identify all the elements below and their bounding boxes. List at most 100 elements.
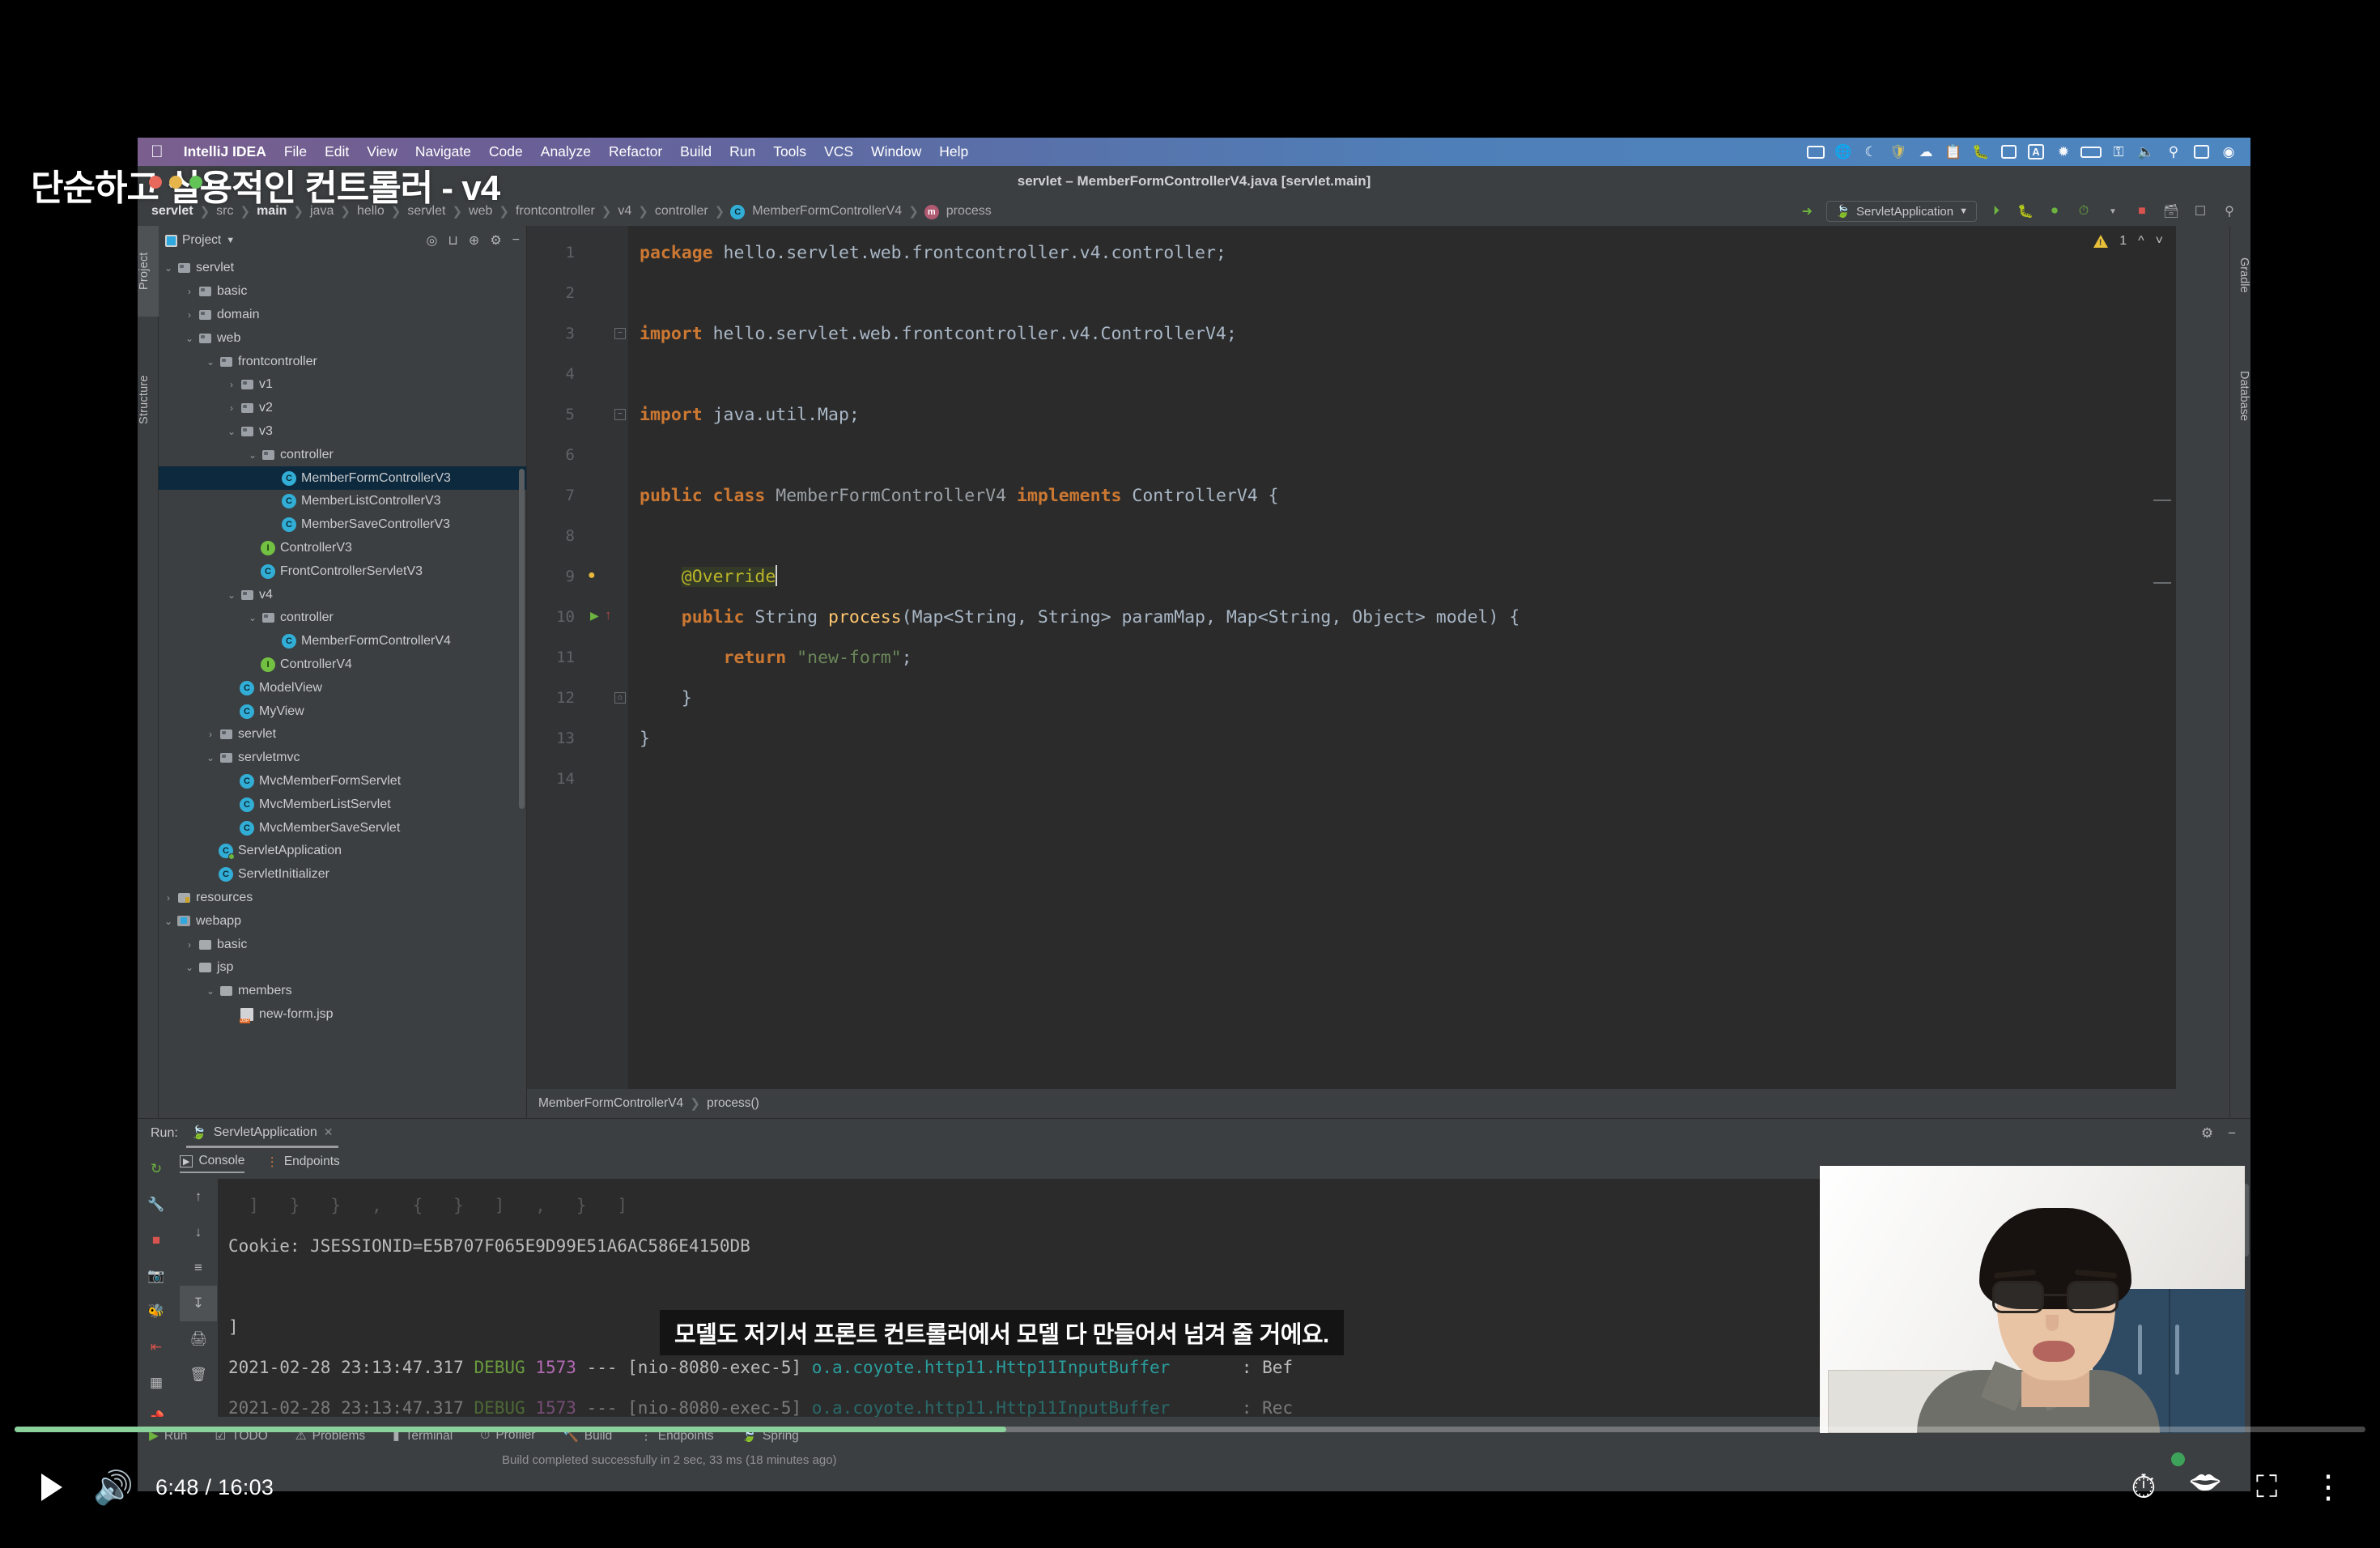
tree-node-frontcontroller[interactable]: ⌄ frontcontroller [159, 350, 526, 373]
intention-bulb-icon[interactable]: ● [588, 568, 596, 583]
implementing-method-icon[interactable]: ↑ [605, 607, 612, 623]
tab-console[interactable]: ▶ Console [180, 1154, 245, 1173]
bluetooth-icon[interactable]: ✹ [2050, 142, 2077, 163]
tree-node-v2[interactable]: › v2 [159, 397, 526, 420]
siri-icon[interactable]: ◉ [2215, 142, 2242, 163]
chevron-right-icon[interactable]: › [225, 402, 238, 414]
chevron-right-icon[interactable]: › [183, 939, 196, 950]
breadcrumb-class[interactable]: MemberFormControllerV4 [538, 1096, 683, 1111]
menu-item-code[interactable]: Code [480, 143, 532, 160]
chevron-right-icon[interactable]: › [204, 729, 217, 740]
play-icon[interactable] [21, 1457, 83, 1518]
chevron-down-icon[interactable]: ⌄ [183, 333, 196, 344]
tree-node-memberformcontrollerv4[interactable]: C MemberFormControllerV4 [159, 630, 526, 653]
gear-icon[interactable]: ⚙ [490, 232, 501, 249]
search-icon[interactable]: ⚲ [2220, 202, 2239, 221]
chevron-right-icon[interactable]: › [225, 379, 238, 390]
menu-item-file[interactable]: File [275, 143, 316, 160]
chevron-down-icon[interactable]: ⌄ [162, 916, 175, 927]
tree-node-controller[interactable]: ⌄ controller [159, 443, 526, 466]
close-icon[interactable] [149, 176, 162, 189]
locate-icon[interactable]: ◎ [426, 232, 437, 249]
editor-gutter[interactable]: 1 2 3 4 5 6 7 8 9 10 11 12 13 14− − ⌂ ● ▶ ↑ [527, 226, 628, 1118]
chevron-down-icon[interactable]: ⌄ [246, 449, 259, 461]
tree-node-resources[interactable]: › resources [159, 887, 526, 910]
crumb-method[interactable]: process [942, 204, 996, 219]
tree-node-mvcmembersaveservlet[interactable]: C MvcMemberSaveServlet [159, 816, 526, 840]
crumb-class[interactable]: MemberFormControllerV4 [748, 204, 906, 219]
tree-node-members[interactable]: ⌄ members [159, 980, 526, 1003]
maximize-icon[interactable] [189, 176, 202, 189]
tree-node-memberlistcontrollerv3[interactable]: C MemberListControllerV3 [159, 490, 526, 513]
stop-button[interactable]: ■ [2132, 202, 2152, 221]
tree-node-jsp[interactable]: ⌄ jsp [159, 956, 526, 980]
menu-item-edit[interactable]: Edit [316, 143, 358, 160]
control-center-icon[interactable] [2187, 142, 2215, 163]
tree-node-modelview[interactable]: C ModelView [159, 676, 526, 700]
menu-item-tools[interactable]: Tools [764, 143, 815, 160]
code-fold-icon[interactable]: − [614, 328, 626, 339]
menu-item-help[interactable]: Help [930, 143, 977, 160]
chevron-down-icon[interactable]: ⌄ [225, 426, 238, 437]
wrench-icon[interactable]: 🔧 [138, 1187, 175, 1223]
menu-item-intellij[interactable]: IntelliJ IDEA [175, 143, 275, 160]
chevron-down-icon[interactable]: ˅ [2156, 234, 2163, 249]
playback-speed-icon[interactable]: ⏱ [2113, 1457, 2174, 1518]
apple-logo-icon[interactable]:  [151, 143, 164, 160]
chevron-down-icon[interactable]: ⌄ [204, 356, 217, 368]
spotlight-icon[interactable]: ⚲ [2160, 142, 2187, 163]
tree-node-webapp[interactable]: ⌄ webapp [159, 909, 526, 933]
sidebar-item-database[interactable]: Database [2229, 339, 2250, 453]
scroll-down-icon[interactable]: ↓ [180, 1214, 217, 1250]
tree-node-servletmvc[interactable]: ⌄ servletmvc [159, 746, 526, 770]
tree-node-basic[interactable]: › basic [159, 933, 526, 956]
chevron-down-icon[interactable]: ⌄ [225, 589, 238, 601]
minimize-icon[interactable]: − [2228, 1125, 2236, 1142]
chevron-down-icon[interactable]: ⌄ [246, 612, 259, 623]
scroll-up-icon[interactable]: ↑ [180, 1179, 217, 1214]
tree-node-mvcmemberlistservlet[interactable]: C MvcMemberListServlet [159, 793, 526, 816]
progress-bar[interactable] [15, 1427, 2365, 1432]
gear-icon[interactable]: ⚙ [2201, 1125, 2213, 1142]
camera-icon[interactable]: 📷 [138, 1258, 175, 1294]
tree-node-myview[interactable]: C MyView [159, 700, 526, 723]
chevron-up-icon[interactable]: ^ [2138, 234, 2144, 249]
scroll-to-end-icon[interactable]: ↧ [180, 1286, 217, 1321]
layout-icon[interactable]: ▦ [138, 1365, 175, 1401]
run-button[interactable]: ⏵ [1987, 202, 2006, 221]
code-editor[interactable]: 1 2 3 4 5 6 7 8 9 10 11 12 13 14− − ⌂ ● ▶ ↑ package hello.… [527, 226, 2176, 1118]
volume-icon[interactable]: 🔊 [83, 1457, 144, 1518]
tree-node-controllerv4[interactable]: I ControllerV4 [159, 653, 526, 677]
captions-icon[interactable]: 🗢 [2171, 1452, 2236, 1518]
sidebar-item-project[interactable]: Project [138, 226, 159, 317]
tree-node-controller[interactable]: ⌄ controller [159, 606, 526, 630]
tree-node-servletinitializer[interactable]: C ServletInitializer [159, 863, 526, 887]
run-with-coverage-button[interactable]: ⏺ [2045, 202, 2064, 221]
project-scrollbar[interactable] [519, 469, 525, 809]
bug-icon[interactable]: 🐛 [1967, 142, 1995, 163]
debug-button[interactable]: 🐛 [2016, 202, 2035, 221]
chevron-right-icon[interactable]: › [183, 309, 196, 321]
chevron-down-icon[interactable]: ▼ [2103, 202, 2123, 221]
menu-item-navigate[interactable]: Navigate [406, 143, 480, 160]
open-terminal-button[interactable]: ☐ [2191, 202, 2210, 221]
tree-node-new-form-jsp[interactable]: new-form.jsp [159, 1003, 526, 1027]
moon-icon[interactable]: ☾ [1857, 142, 1885, 163]
tree-node-frontcontrollerservletv3[interactable]: C FrontControllerServletV3 [159, 559, 526, 583]
trash-icon[interactable]: 🗑 [180, 1357, 217, 1393]
more-options-icon[interactable]: ⋮ [2297, 1457, 2359, 1518]
tree-node-servlet[interactable]: › servlet [159, 723, 526, 746]
profile-button[interactable]: ⏱ [2074, 202, 2093, 221]
chevron-right-icon[interactable]: › [183, 286, 196, 297]
grid-icon[interactable] [1995, 142, 2022, 163]
chevron-down-icon[interactable]: ▼ [226, 236, 235, 245]
cloud-upload-icon[interactable]: ☁ [1912, 142, 1940, 163]
editor-code-area[interactable]: package hello.servlet.web.frontcontrolle… [628, 226, 2176, 1118]
build-project-button[interactable]: 🗃 [2161, 202, 2181, 221]
fullscreen-icon[interactable]: ⛶ [2236, 1457, 2297, 1518]
menu-item-analyze[interactable]: Analyze [532, 143, 600, 160]
expand-icon[interactable]: ⊕ [469, 232, 479, 249]
run-tab-servletapplication[interactable]: 🍃 ServletApplication ✕ [185, 1119, 338, 1148]
tree-node-membersavecontrollerv3[interactable]: C MemberSaveControllerV3 [159, 513, 526, 537]
tree-node-web[interactable]: ⌄ web [159, 326, 526, 350]
